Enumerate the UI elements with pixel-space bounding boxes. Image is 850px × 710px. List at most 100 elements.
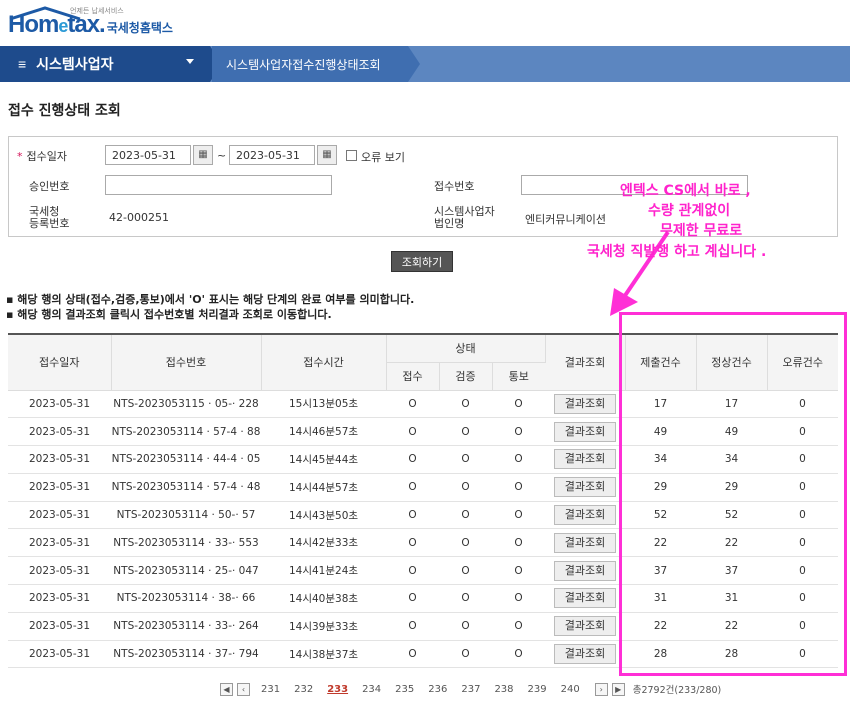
- result-view-button[interactable]: 결과조회: [554, 560, 617, 581]
- row-date: 2023-05-31: [8, 528, 111, 558]
- page-link[interactable]: 240: [561, 684, 580, 695]
- row-submitted: 29: [625, 473, 697, 502]
- result-view-button[interactable]: 결과조회: [554, 393, 617, 414]
- row-status-notify: O: [492, 445, 546, 474]
- result-view-button[interactable]: 결과조회: [554, 588, 617, 609]
- row-error: 0: [767, 473, 839, 502]
- row-result-cell: 결과조회: [545, 556, 626, 586]
- col-normal: 정상건수: [696, 333, 768, 391]
- row-receipt-no: NTS-2023053114 · 44-4 · 05: [111, 445, 261, 474]
- row-date: 2023-05-31: [8, 473, 111, 502]
- row-date: 2023-05-31: [8, 640, 111, 669]
- row-time: 14시43분50초: [261, 501, 386, 530]
- table-row: 2023-05-31 NTS-2023053114 · 57-4 · 88 14시4…: [8, 417, 839, 447]
- page-link[interactable]: 239: [528, 684, 547, 695]
- row-receipt-no: NTS-2023053114 · 33-· 553: [111, 528, 261, 558]
- col-status-notify: 통보: [492, 362, 546, 391]
- receipt-date-label: * 접수일자: [17, 150, 67, 163]
- row-result-cell: 결과조회: [545, 528, 626, 558]
- annotation-line-1: 엔텍스 CS에서 바로 ,: [620, 183, 751, 199]
- date-to-input[interactable]: [229, 145, 315, 165]
- calendar-icon[interactable]: ▦: [317, 145, 337, 165]
- row-status-verify: O: [439, 584, 492, 613]
- menu-dropdown[interactable]: ≡ 시스템사업자: [0, 46, 210, 82]
- corp-name-value: 엔티커뮤니케이션: [525, 213, 606, 226]
- table-row: 2023-05-31 NTS-2023053115 · 05-· 228 15시13…: [8, 390, 839, 419]
- first-page-icon[interactable]: ◀: [220, 682, 233, 696]
- receipt-no-label: 접수번호: [434, 180, 475, 193]
- date-from-input[interactable]: [105, 145, 191, 165]
- page-link[interactable]: 231: [261, 684, 280, 695]
- table-row: 2023-05-31 NTS-2023053114 · 57-4 · 48 14시4…: [8, 473, 839, 502]
- table-row: 2023-05-31 NTS-2023053114 · 25-· 047 14시41…: [8, 556, 839, 586]
- col-error: 오류건수: [767, 333, 839, 391]
- row-error: 0: [767, 584, 839, 613]
- date-range-separator: ~: [217, 149, 227, 162]
- row-receipt-no: NTS-2023053114 · 50-· 57: [111, 501, 261, 530]
- page-link[interactable]: 237: [461, 684, 480, 695]
- result-view-button[interactable]: 결과조회: [554, 477, 617, 498]
- col-result: 결과조회: [545, 333, 626, 391]
- hometax-logo[interactable]: 언제든 납세서비스 Hometax. 국세청홈택스: [8, 6, 173, 40]
- result-view-button[interactable]: 결과조회: [554, 421, 617, 442]
- row-submitted: 17: [625, 390, 697, 419]
- row-normal: 52: [696, 501, 768, 530]
- row-status-verify: O: [439, 390, 492, 419]
- chevron-down-icon: [186, 59, 194, 64]
- menu-label: 시스템사업자: [36, 56, 114, 72]
- result-view-button[interactable]: 결과조회: [554, 616, 617, 637]
- row-status-receipt: O: [386, 417, 439, 447]
- row-submitted: 37: [625, 556, 697, 586]
- annotation-line-4: 국세청 직발행 하고 계십니다 .: [587, 244, 767, 260]
- row-normal: 28: [696, 640, 768, 669]
- page-title: 접수 진행상태 조회: [8, 103, 121, 119]
- row-status-notify: O: [492, 501, 546, 530]
- note-result: ▪ 해당 행의 결과조회 클릭시 접수번호별 처리결과 조회로 이동합니다.: [6, 308, 332, 321]
- hamburger-icon: ≡: [18, 56, 27, 72]
- error-view-label: 오류 보기: [361, 151, 405, 164]
- calendar-icon[interactable]: ▦: [193, 145, 213, 165]
- row-error: 0: [767, 417, 839, 447]
- last-page-icon[interactable]: ▶: [611, 682, 625, 696]
- approval-no-input[interactable]: [105, 175, 332, 195]
- page-link[interactable]: 235: [395, 684, 414, 695]
- page-link[interactable]: 234: [362, 684, 381, 695]
- logo-subtitle: 국세청홈택스: [106, 21, 173, 35]
- prev-page-icon[interactable]: ‹: [237, 682, 250, 696]
- result-view-button[interactable]: 결과조회: [554, 505, 617, 526]
- row-status-notify: O: [492, 612, 546, 641]
- result-view-button[interactable]: 결과조회: [554, 532, 617, 553]
- info-notes: ▪ 해당 행의 상태(접수,검증,통보)에서 'O' 표시는 해당 단계의 완료…: [6, 292, 414, 322]
- row-receipt-no: NTS-2023053114 · 25-· 047: [111, 556, 261, 586]
- row-error: 0: [767, 640, 839, 669]
- row-error: 0: [767, 556, 839, 586]
- row-result-cell: 결과조회: [545, 640, 626, 669]
- col-receipt-no: 접수번호: [111, 333, 262, 391]
- result-view-button[interactable]: 결과조회: [554, 644, 617, 665]
- breadcrumb-current: 시스템사업자접수진행상태조회: [226, 57, 381, 72]
- table-row: 2023-05-31 NTS-2023053114 · 50-· 57 14시43분…: [8, 501, 839, 530]
- row-normal: 49: [696, 417, 768, 447]
- page-link[interactable]: 238: [494, 684, 513, 695]
- row-result-cell: 결과조회: [545, 390, 626, 419]
- search-button[interactable]: 조회하기: [391, 251, 453, 272]
- row-status-verify: O: [439, 556, 492, 586]
- row-status-receipt: O: [386, 556, 439, 586]
- page-link[interactable]: 232: [294, 684, 313, 695]
- result-view-button[interactable]: 결과조회: [554, 449, 617, 470]
- row-normal: 34: [696, 445, 768, 474]
- breadcrumb[interactable]: 시스템사업자접수진행상태조회: [212, 46, 408, 82]
- row-normal: 37: [696, 556, 768, 586]
- page-link[interactable]: 236: [428, 684, 447, 695]
- row-time: 14시44분57초: [261, 473, 386, 502]
- row-date: 2023-05-31: [8, 417, 111, 447]
- row-status-notify: O: [492, 390, 546, 419]
- breadcrumb-arrow: [408, 46, 420, 82]
- reg-no-label: 국세청 등록번호: [29, 205, 70, 230]
- row-result-cell: 결과조회: [545, 445, 626, 474]
- next-page-icon[interactable]: ›: [594, 682, 608, 696]
- page-link[interactable]: 233: [327, 684, 348, 695]
- error-view-checkbox[interactable]: [346, 150, 357, 161]
- row-date: 2023-05-31: [8, 390, 111, 419]
- row-submitted: 22: [625, 528, 697, 558]
